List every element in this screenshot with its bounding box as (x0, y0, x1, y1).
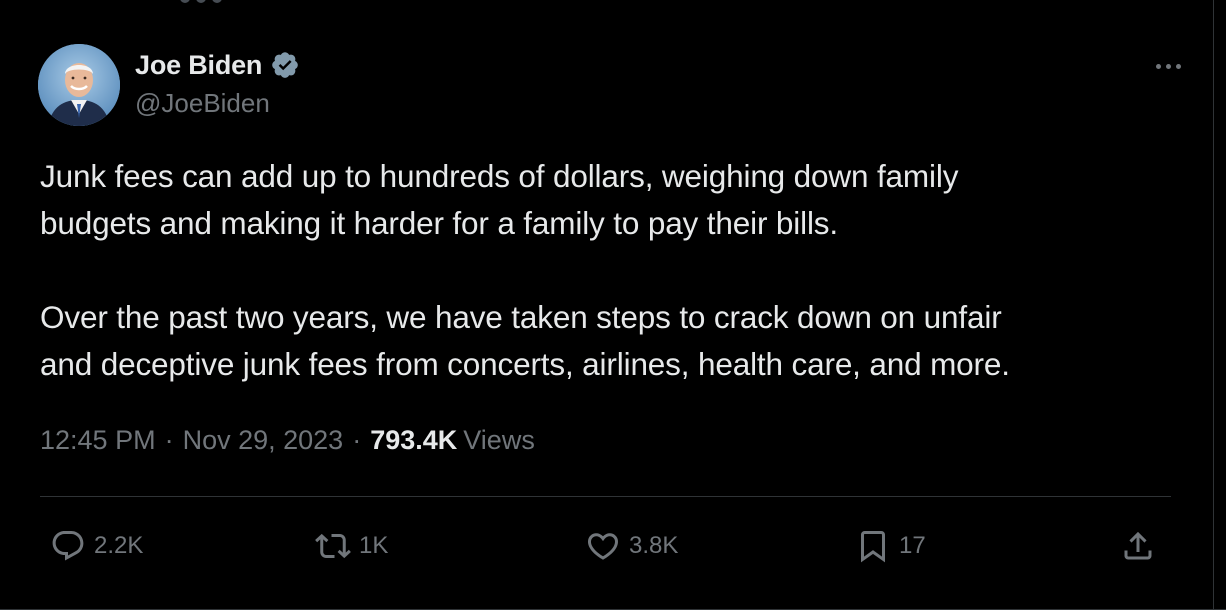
repost-icon (315, 533, 351, 559)
tweet-time[interactable]: 12:45 PM (40, 425, 156, 456)
tweet-metadata: 12:45 PM · Nov 29, 2023 · 793.4K Views (40, 425, 535, 456)
like-button[interactable]: 3.8K (585, 520, 678, 572)
column-border (1213, 0, 1214, 610)
views-count[interactable]: 793.4K (370, 425, 457, 456)
repost-count: 1K (359, 532, 389, 559)
author-display-name[interactable]: Joe Biden (135, 50, 262, 81)
bookmark-count: 17 (899, 532, 926, 559)
meta-separator: · (352, 425, 362, 455)
verified-badge-icon[interactable] (270, 50, 300, 80)
more-options-icon[interactable] (1148, 56, 1188, 76)
author-handle[interactable]: @JoeBiden (135, 88, 300, 119)
meta-separator: · (164, 425, 174, 455)
avatar[interactable] (38, 44, 120, 126)
author-info: Joe Biden @JoeBiden (135, 48, 300, 119)
reply-count: 2.2K (94, 532, 144, 559)
bookmark-button[interactable]: 17 (855, 520, 926, 572)
share-icon (1124, 531, 1152, 560)
repost-button[interactable]: 1K (315, 520, 388, 572)
like-count: 3.8K (629, 532, 679, 559)
cropped-content-fragment (180, 0, 270, 4)
share-button[interactable] (1120, 520, 1156, 572)
tweet-date[interactable]: Nov 29, 2023 (183, 425, 344, 456)
author-name-row: Joe Biden (135, 48, 300, 82)
tweet-text: Junk fees can add up to hundreds of doll… (40, 158, 1010, 382)
bookmark-icon (861, 531, 885, 563)
tweet-action-bar: 2.2K 1K 3.8K 17 (40, 520, 1171, 572)
divider (40, 496, 1171, 497)
reply-icon (52, 531, 84, 561)
reply-button[interactable]: 2.2K (50, 520, 143, 572)
profile-photo-icon (38, 44, 120, 126)
tweet-detail-view: Joe Biden @JoeBiden Junk fees can add up… (0, 0, 1226, 610)
tweet-header: Joe Biden @JoeBiden (38, 44, 1188, 126)
heart-icon (587, 533, 619, 560)
views-label: Views (463, 425, 535, 455)
